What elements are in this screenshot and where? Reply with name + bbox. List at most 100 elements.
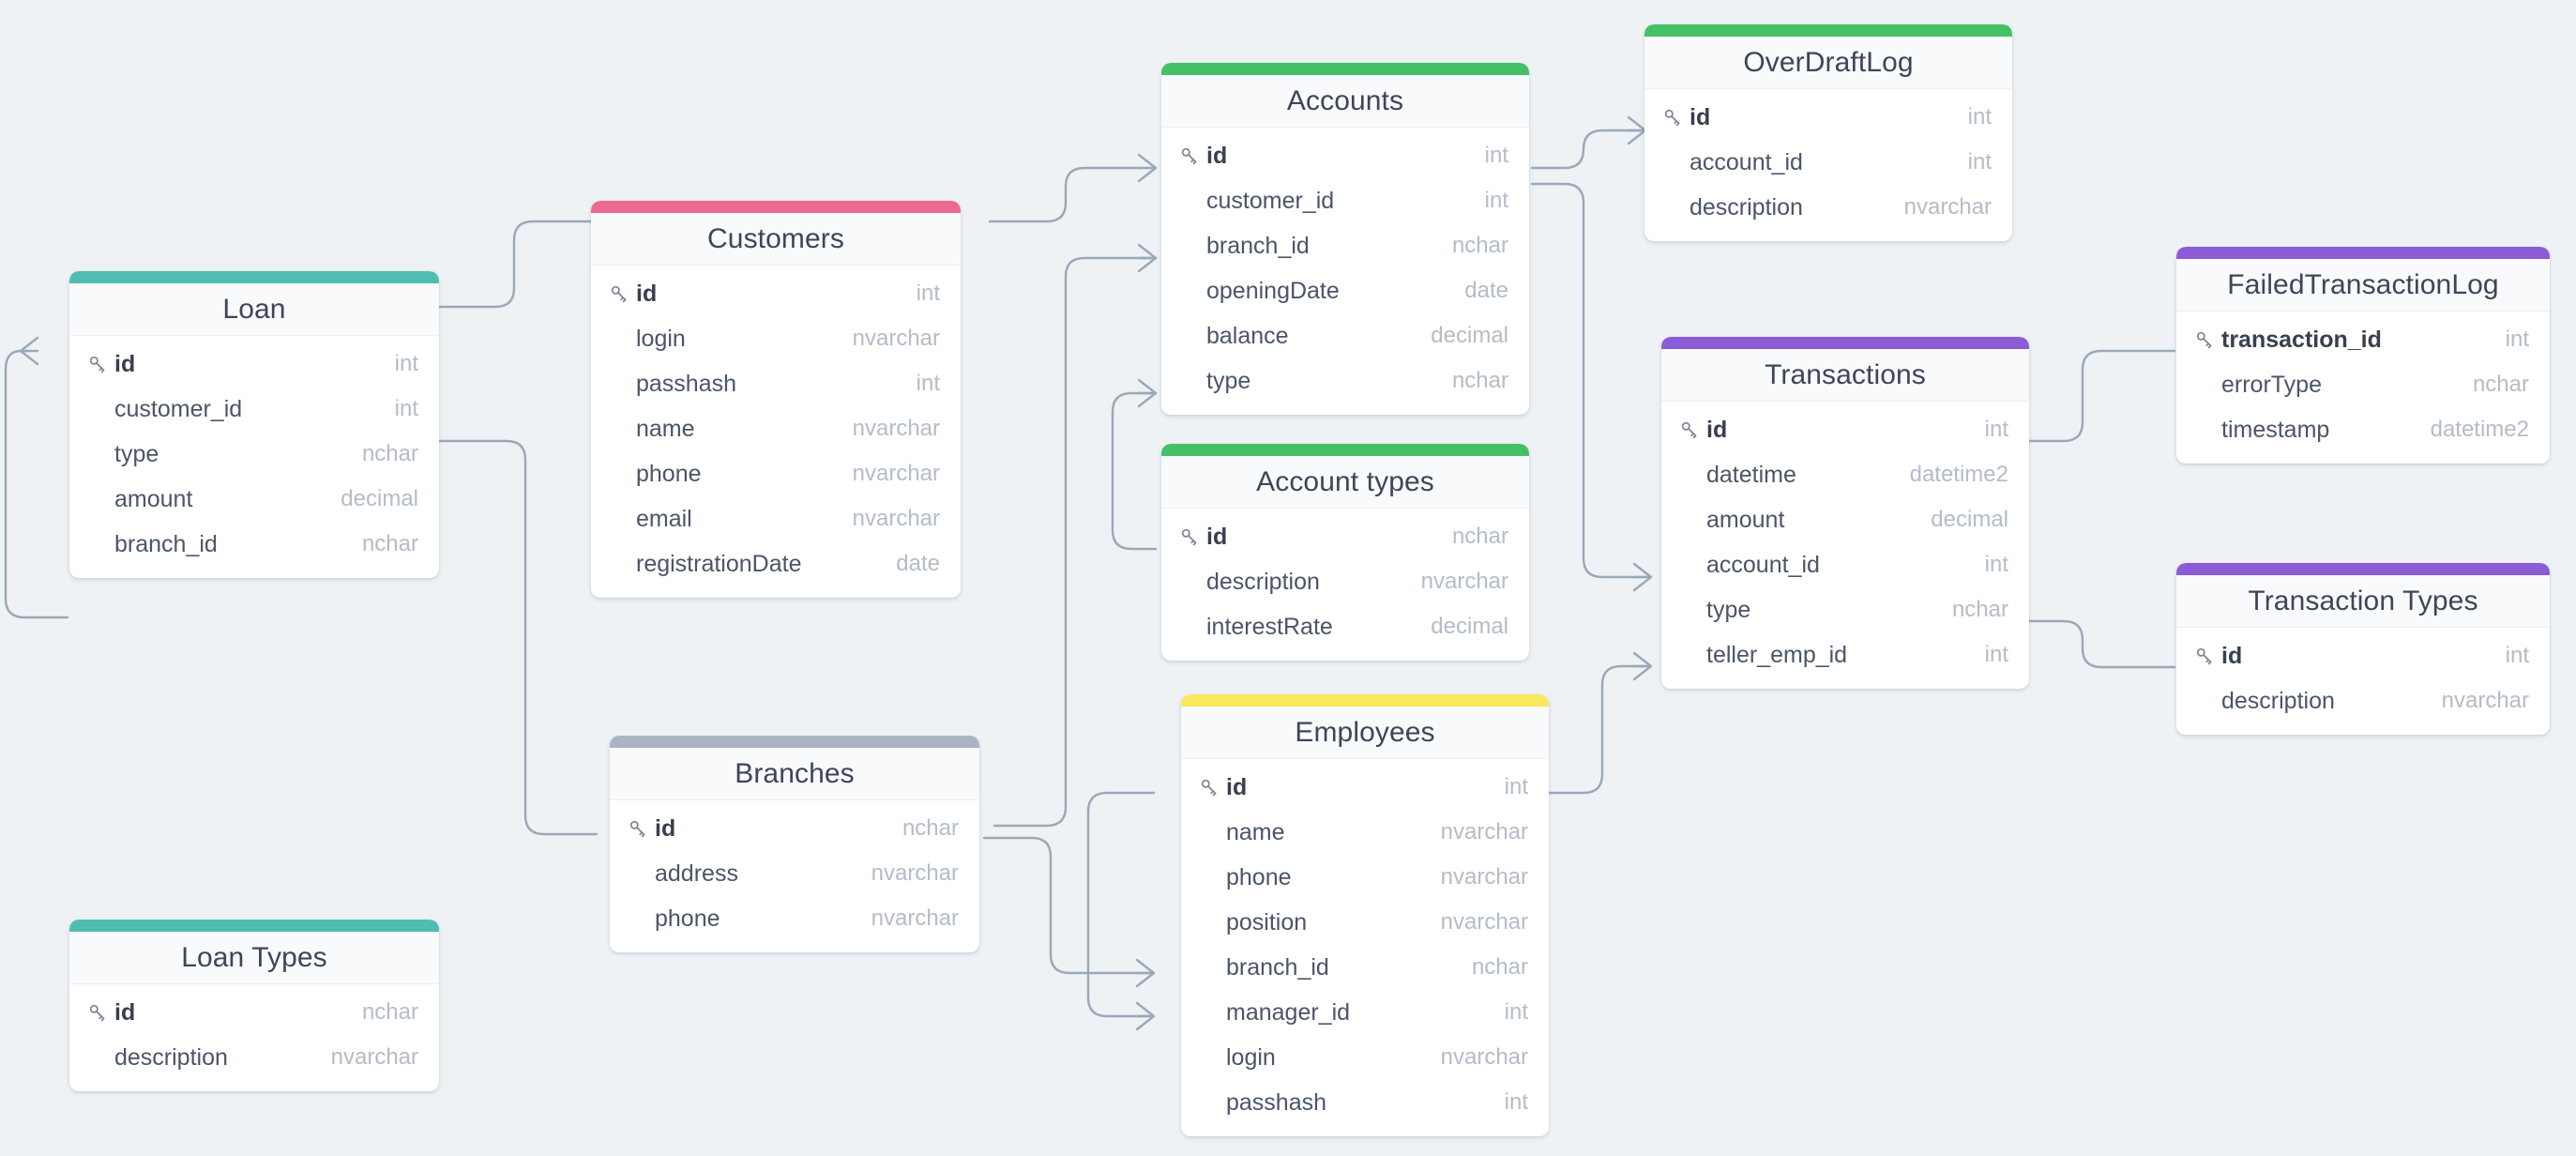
field-row[interactable]: name nvarchar bbox=[1181, 810, 1549, 855]
field-row[interactable]: account_id int bbox=[1644, 140, 2012, 185]
table-card-loan[interactable]: Loan id int customer_id int type nchar amount d… bbox=[69, 271, 439, 578]
field-name: id bbox=[1706, 416, 1728, 443]
field-row[interactable]: login nvarchar bbox=[591, 316, 961, 361]
table-card-customers[interactable]: Customers id int login nvarchar passhash int n… bbox=[591, 201, 961, 598]
field-name: type bbox=[1206, 367, 1251, 394]
key-icon bbox=[88, 1003, 114, 1022]
field-name: login bbox=[1226, 1043, 1276, 1071]
field-name: transaction_id bbox=[2221, 326, 2382, 353]
edge-transactions-failedlog bbox=[2027, 349, 2176, 443]
field-row[interactable]: teller_emp_id int bbox=[1661, 632, 2029, 677]
field-row[interactable]: id int bbox=[1661, 407, 2029, 452]
field-name: id bbox=[1226, 773, 1248, 800]
field-row[interactable]: openingDate date bbox=[1161, 268, 1529, 313]
field-row[interactable]: interestRate decimal bbox=[1161, 604, 1529, 649]
field-row[interactable]: login nvarchar bbox=[1181, 1035, 1549, 1080]
field-row[interactable]: balance decimal bbox=[1161, 313, 1529, 358]
field-row[interactable]: customer_id int bbox=[1161, 178, 1529, 223]
field-row[interactable]: manager_id int bbox=[1181, 990, 1549, 1035]
field-row[interactable]: position nvarchar bbox=[1181, 900, 1549, 945]
field-name: id bbox=[655, 814, 676, 842]
field-row[interactable]: description nvarchar bbox=[2176, 678, 2550, 723]
field-name: phone bbox=[636, 460, 702, 487]
field-name: id bbox=[1690, 103, 1711, 130]
crowfoot-transactions-account bbox=[1632, 562, 1653, 592]
table-fields: transaction_id int errorType nchar timestamp… bbox=[2176, 312, 2550, 464]
table-fields: id int name nvarchar phone nvarchar position nv… bbox=[1181, 759, 1549, 1136]
field-name: branch_id bbox=[1226, 953, 1329, 981]
crowfoot-accounts-type bbox=[1137, 378, 1158, 408]
field-type: nvarchar bbox=[1420, 569, 1508, 594]
field-row[interactable]: description nvarchar bbox=[1644, 185, 2012, 230]
table-card-loan-types[interactable]: Loan Types id nchar description nvarchar bbox=[69, 920, 439, 1091]
table-card-overdraftlog[interactable]: OverDraftLog id int account_id int descripti… bbox=[1644, 24, 2012, 241]
field-row[interactable]: errorType nchar bbox=[2176, 362, 2550, 407]
field-row[interactable]: type nchar bbox=[69, 432, 439, 477]
field-row[interactable]: amount decimal bbox=[69, 477, 439, 522]
table-fields: id int login nvarchar passhash int name nvarcha… bbox=[591, 266, 961, 598]
field-row[interactable]: phone nvarchar bbox=[1181, 855, 1549, 900]
field-row[interactable]: branch_id nchar bbox=[1181, 945, 1549, 990]
table-card-accounts[interactable]: Accounts id int customer_id int branch_id nch… bbox=[1161, 63, 1529, 415]
field-row[interactable]: transaction_id int bbox=[2176, 317, 2550, 362]
field-row[interactable]: amount decimal bbox=[1661, 497, 2029, 542]
field-row[interactable]: passhash int bbox=[1181, 1080, 1549, 1125]
table-card-employees[interactable]: Employees id int name nvarchar phone nvarchar… bbox=[1181, 694, 1549, 1136]
table-title: Employees bbox=[1181, 707, 1549, 759]
er-diagram-canvas[interactable]: Loan id int customer_id int type nchar amount d… bbox=[0, 0, 2576, 1156]
field-row[interactable]: id int bbox=[69, 342, 439, 387]
field-row[interactable]: timestamp datetime2 bbox=[2176, 407, 2550, 452]
table-fields: id int customer_id int type nchar amount decima… bbox=[69, 336, 439, 578]
table-title: OverDraftLog bbox=[1644, 37, 2012, 89]
field-type: decimal bbox=[1431, 614, 1508, 639]
field-row[interactable]: id int bbox=[1644, 95, 2012, 140]
field-row[interactable]: branch_id nchar bbox=[1161, 223, 1529, 268]
table-card-transactions[interactable]: Transactions id int datetime datetime2 amoun… bbox=[1661, 337, 2029, 689]
field-name: branch_id bbox=[1206, 232, 1310, 259]
field-row[interactable]: id int bbox=[1181, 765, 1549, 810]
field-row[interactable]: branch_id nchar bbox=[69, 522, 439, 567]
field-row[interactable]: registrationDate date bbox=[591, 541, 961, 586]
field-type: nchar bbox=[1471, 954, 1528, 980]
field-type: nchar bbox=[1451, 233, 1508, 258]
field-row[interactable]: passhash int bbox=[591, 361, 961, 406]
field-row[interactable]: id int bbox=[1161, 133, 1529, 178]
field-row[interactable]: id nchar bbox=[610, 806, 979, 851]
table-card-branches[interactable]: Branches id nchar address nvarchar phone nvar… bbox=[610, 736, 979, 952]
field-row[interactable]: customer_id int bbox=[69, 387, 439, 432]
table-accent-bar bbox=[591, 201, 961, 213]
field-row[interactable]: description nvarchar bbox=[69, 1035, 439, 1080]
table-title: Transaction Types bbox=[2176, 575, 2550, 628]
edge-accounts-overdraft bbox=[1530, 129, 1647, 170]
field-row[interactable]: phone nvarchar bbox=[591, 451, 961, 496]
table-card-transaction-types[interactable]: Transaction Types id int description nvarch… bbox=[2176, 563, 2550, 735]
field-row[interactable]: type nchar bbox=[1661, 587, 2029, 632]
field-type: decimal bbox=[1431, 323, 1508, 348]
field-name: phone bbox=[655, 905, 720, 932]
table-fields: id int account_id int description nvarchar bbox=[1644, 89, 2012, 241]
table-card-account-types[interactable]: Account types id nchar description nvarchar… bbox=[1161, 444, 1529, 661]
field-row[interactable]: type nchar bbox=[1161, 358, 1529, 403]
field-row[interactable]: id nchar bbox=[69, 990, 439, 1035]
field-row[interactable]: name nvarchar bbox=[591, 406, 961, 451]
field-name: passhash bbox=[1226, 1088, 1327, 1116]
field-row[interactable]: datetime datetime2 bbox=[1661, 452, 2029, 497]
crowfoot-accounts-customer bbox=[1137, 153, 1158, 183]
field-row[interactable]: id int bbox=[2176, 633, 2550, 678]
field-row[interactable]: phone nvarchar bbox=[610, 896, 979, 941]
field-type: nvarchar bbox=[852, 416, 940, 441]
field-row[interactable]: address nvarchar bbox=[610, 851, 979, 896]
field-row[interactable]: description nvarchar bbox=[1161, 559, 1529, 604]
field-row[interactable]: id nchar bbox=[1161, 514, 1529, 559]
crowfoot-accounts-branch bbox=[1137, 243, 1158, 273]
field-type: int bbox=[1967, 104, 1992, 129]
field-type: int bbox=[1484, 143, 1508, 168]
field-name: customer_id bbox=[114, 395, 243, 422]
field-row[interactable]: id int bbox=[591, 271, 961, 316]
field-type: nchar bbox=[1451, 368, 1508, 393]
field-row[interactable]: email nvarchar bbox=[591, 496, 961, 541]
field-row[interactable]: account_id int bbox=[1661, 542, 2029, 587]
table-card-failedtransactionlog[interactable]: FailedTransactionLog transaction_id int er… bbox=[2176, 247, 2550, 464]
field-name: position bbox=[1226, 908, 1308, 935]
field-type: nvarchar bbox=[852, 326, 940, 351]
